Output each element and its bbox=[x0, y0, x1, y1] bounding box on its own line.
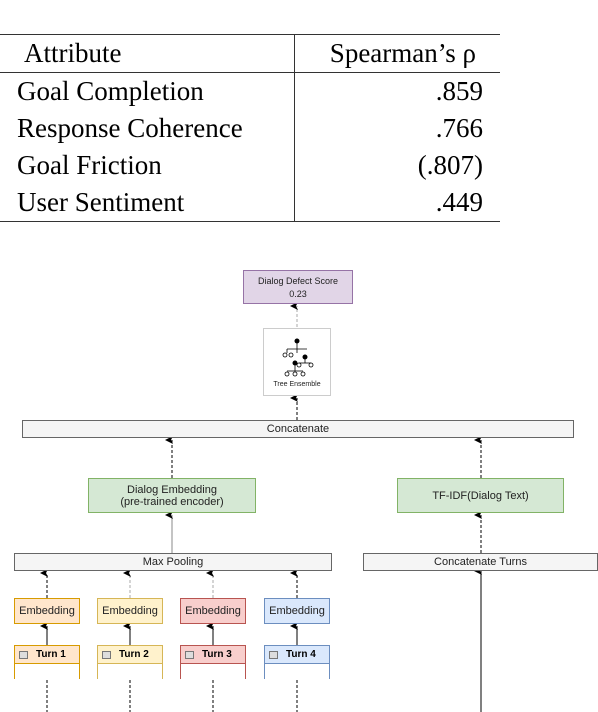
score-title: Dialog Defect Score bbox=[257, 275, 339, 286]
embedding-box-4: Embedding bbox=[264, 598, 330, 624]
collapse-toggle-icon[interactable] bbox=[102, 650, 111, 659]
turn-header: Turn 4 bbox=[265, 646, 329, 664]
turn-box-1[interactable]: Turn 1 bbox=[14, 645, 80, 680]
tree-ensemble-box: Tree Ensemble bbox=[263, 328, 331, 396]
concatenate-bar: Concatenate bbox=[22, 420, 574, 438]
turn-body bbox=[181, 664, 245, 680]
embedding-box-1: Embedding bbox=[14, 598, 80, 624]
turn-header: Turn 3 bbox=[181, 646, 245, 664]
tfidf-box: TF-IDF(Dialog Text) bbox=[397, 478, 564, 513]
collapse-toggle-icon[interactable] bbox=[269, 650, 278, 659]
turn-label: Turn 1 bbox=[36, 649, 66, 660]
max-pooling-bar: Max Pooling bbox=[14, 553, 332, 571]
turn-body bbox=[98, 664, 162, 680]
turn-box-3[interactable]: Turn 3 bbox=[180, 645, 246, 680]
turn-header: Turn 1 bbox=[15, 646, 79, 664]
turn-label: Turn 3 bbox=[202, 649, 232, 660]
tree-ensemble-label: Tree Ensemble bbox=[273, 380, 321, 388]
dialog-defect-score-box: Dialog Defect Score 0.23 bbox=[243, 270, 353, 304]
turn-header: Turn 2 bbox=[98, 646, 162, 664]
dialog-embedding-subtitle: (pre-trained encoder) bbox=[120, 495, 224, 508]
collapse-toggle-icon[interactable] bbox=[19, 650, 28, 659]
embedding-box-3: Embedding bbox=[180, 598, 246, 624]
turn-label: Turn 2 bbox=[119, 649, 149, 660]
embedding-box-2: Embedding bbox=[97, 598, 163, 624]
collapse-toggle-icon[interactable] bbox=[185, 650, 194, 659]
score-value: 0.23 bbox=[289, 288, 307, 299]
dialog-embedding-box: Dialog Embedding (pre-trained encoder) bbox=[88, 478, 256, 513]
dialog-embedding-title: Dialog Embedding bbox=[127, 483, 217, 496]
turn-box-4[interactable]: Turn 4 bbox=[264, 645, 330, 680]
concatenate-turns-bar: Concatenate Turns bbox=[363, 553, 598, 571]
turn-body bbox=[15, 664, 79, 680]
tree-ensemble-icon bbox=[282, 338, 314, 376]
turn-box-2[interactable]: Turn 2 bbox=[97, 645, 163, 680]
turn-label: Turn 4 bbox=[286, 649, 316, 660]
turn-body bbox=[265, 664, 329, 680]
